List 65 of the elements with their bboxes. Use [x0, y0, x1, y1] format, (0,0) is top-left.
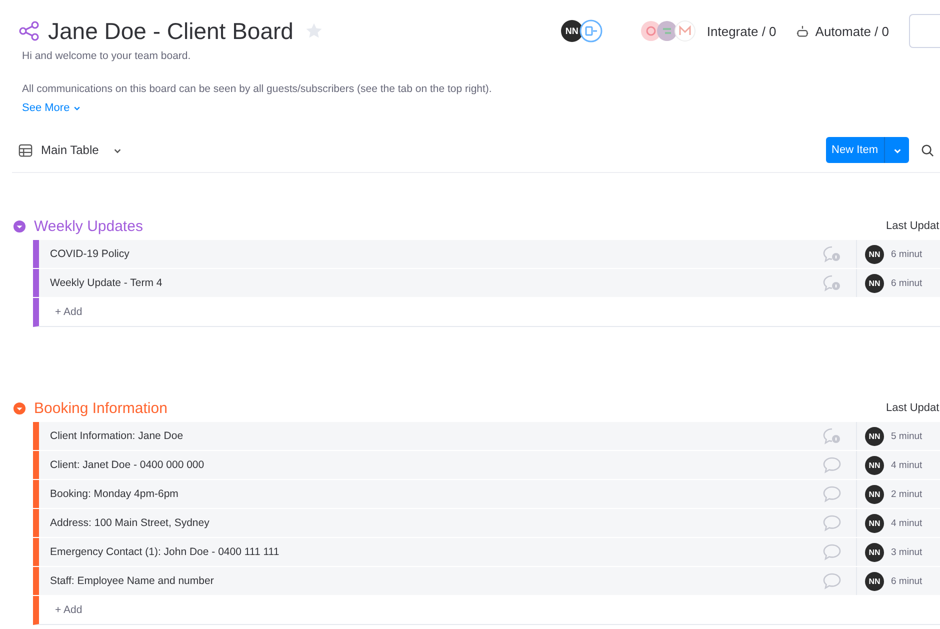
person-avatar[interactable]: NN — [865, 542, 884, 562]
column-header: Last Updat — [886, 220, 940, 232]
main-table-tab[interactable]: Main Table — [12, 142, 122, 158]
item-row[interactable]: Address: 100 Main Street, Sydney NN 4 minut — [33, 509, 940, 537]
board-description: All communications on this board can be seen by all guests/subscribers (see the tab on the top right). — [21, 83, 493, 95]
collapse-icon[interactable] — [13, 402, 26, 414]
comment-icon[interactable] — [822, 456, 842, 474]
item-row[interactable]: Weekly Update - Term 4 NN 6 minut — [33, 269, 940, 297]
person-avatar[interactable]: NN — [865, 426, 884, 446]
comment-icon[interactable] — [822, 543, 842, 561]
board-title: Jane Doe - Client Board — [48, 18, 294, 44]
item-name: Emergency Contact (1): John Doe - 0400 111 111 — [49, 546, 280, 558]
collapse-icon[interactable] — [13, 220, 26, 232]
robot-icon — [796, 24, 810, 38]
star-icon[interactable] — [305, 22, 324, 40]
person-avatar[interactable]: NN — [865, 514, 884, 532]
new-item-dropdown[interactable] — [884, 137, 909, 163]
group-title[interactable]: Weekly Updates — [34, 218, 143, 234]
person-avatar[interactable]: NN — [865, 572, 884, 590]
add-item-link[interactable]: + Add — [39, 306, 82, 318]
integrate-button[interactable]: Integrate / 0 — [706, 24, 776, 38]
automate-button[interactable]: Automate / 0 — [796, 24, 889, 38]
person-avatar[interactable]: NN — [865, 244, 884, 264]
header-button[interactable] — [909, 14, 940, 48]
comment-icon[interactable] — [822, 572, 842, 590]
updated-time: 6 minut — [891, 576, 922, 586]
updated-time: 2 minut — [891, 488, 922, 500]
person-avatar[interactable]: NN — [865, 456, 884, 474]
item-name: Staff: Employee Name and number — [49, 575, 215, 587]
board-description: Hi and welcome to your team board. — [21, 50, 192, 62]
item-name: Client Information: Jane Doe — [49, 430, 184, 442]
comment-badge-icon[interactable] — [822, 427, 842, 445]
item-name: Weekly Update - Term 4 — [49, 277, 164, 289]
item-name: Client: Janet Doe - 0400 000 000 — [49, 459, 206, 471]
item-name: Booking: Monday 4pm-6pm — [49, 488, 180, 500]
person-avatar[interactable]: NN — [865, 274, 884, 292]
chevron-down-icon — [72, 104, 81, 112]
updated-time: 5 minut — [891, 430, 922, 442]
updated-time: 6 minut — [891, 278, 922, 288]
updated-time: 6 minut — [891, 248, 922, 260]
item-row[interactable]: Client: Janet Doe - 0400 000 000 NN 4 minut — [33, 451, 940, 479]
share-icon — [18, 20, 40, 42]
member-avatar[interactable]: NN — [560, 20, 583, 42]
item-row[interactable]: Client Information: Jane Doe NN 5 minut — [33, 422, 940, 450]
item-row[interactable]: COVID-19 Policy NN 6 minut — [33, 240, 940, 268]
search-icon[interactable] — [921, 144, 934, 156]
comment-badge-icon[interactable] — [822, 245, 842, 263]
item-name: COVID-19 Policy — [49, 248, 130, 260]
comment-icon[interactable] — [822, 514, 842, 532]
updated-time: 3 minut — [891, 546, 922, 558]
column-header: Last Updat — [886, 402, 940, 414]
add-item-link[interactable]: + Add — [39, 604, 82, 616]
new-item-button[interactable]: New Item — [826, 137, 884, 163]
comment-badge-icon[interactable] — [822, 274, 842, 292]
item-row[interactable]: Booking: Monday 4pm-6pm NN 2 minut — [33, 480, 940, 508]
guest-icon[interactable] — [578, 19, 603, 43]
comment-icon[interactable] — [822, 485, 842, 503]
item-name: Address: 100 Main Street, Sydney — [49, 517, 210, 529]
table-icon — [18, 142, 33, 158]
person-avatar[interactable]: NN — [865, 484, 884, 504]
see-more-link[interactable]: See More — [18, 102, 81, 114]
updated-time: 4 minut — [891, 460, 922, 470]
updated-time: 4 minut — [891, 518, 922, 528]
item-row[interactable]: Staff: Employee Name and number NN 6 minut — [33, 567, 940, 595]
item-row[interactable]: Emergency Contact (1): John Doe - 0400 111 111 NN 3 minut — [33, 538, 940, 566]
